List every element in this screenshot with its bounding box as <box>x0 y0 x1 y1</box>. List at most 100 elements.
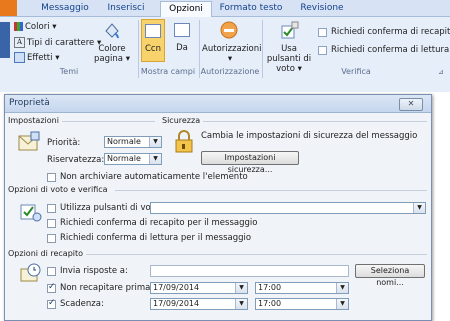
invia-risposte-label: Invia risposte a: <box>60 266 128 276</box>
chevron-down-icon: ▼ <box>336 299 348 309</box>
richiedi-recapito-label: Richiedi conferma di recapito <box>331 27 450 37</box>
da-label: Da <box>176 43 188 53</box>
priorita-value: Normale <box>107 137 141 146</box>
colore-pagina-icon[interactable] <box>103 21 121 39</box>
section-divider <box>203 121 427 122</box>
tab-opzioni[interactable]: Opzioni <box>160 1 212 17</box>
close-button[interactable]: ✕ <box>399 98 423 111</box>
effetti-icon <box>14 52 25 63</box>
chevron-down-icon: ▼ <box>149 137 161 147</box>
scadenza-label: Scadenza: <box>60 299 104 309</box>
colori-button[interactable]: Colori ▾ <box>14 21 57 34</box>
colore-pagina-label: Colore pagina <box>94 44 126 64</box>
non-recapitare-date-value: 17/09/2014 <box>153 283 200 292</box>
scadenza-date-select[interactable]: 17/09/2014 ▼ <box>150 298 248 310</box>
font-icon: A <box>14 37 25 48</box>
riservatezza-select[interactable]: Normale ▼ <box>104 153 162 165</box>
colori-label: Colori <box>25 22 50 32</box>
section-divider <box>115 190 427 191</box>
ccn-icon <box>145 24 161 38</box>
conferma-lettura-label: Richiedi conferma di lettura per il mess… <box>60 233 252 243</box>
conferma-recapito-label: Richiedi conferma di recapito per il mes… <box>60 218 258 228</box>
non-recapitare-time-select[interactable]: 17:00 ▼ <box>255 282 349 294</box>
chevron-down-icon: ▾ <box>125 54 130 64</box>
themes-icon[interactable] <box>0 22 10 58</box>
ccn-label: Ccn <box>145 44 161 54</box>
voting-buttons-select[interactable]: ▼ <box>150 202 426 214</box>
group-label-temi: Temi <box>59 67 79 76</box>
chevron-down-icon: ▾ <box>227 54 233 64</box>
da-icon <box>174 23 190 37</box>
conferma-recapito-checkbox[interactable] <box>47 219 56 228</box>
richiedi-recapito-checkbox[interactable] <box>318 28 327 37</box>
voto-header: Opzioni di voto e verifica <box>8 185 111 194</box>
sicurezza-description: Cambia le impostazioni di sicurezza del … <box>201 131 418 141</box>
chevron-down-icon: ▼ <box>149 154 161 164</box>
lock-icon <box>173 130 195 154</box>
colori-icon <box>14 22 23 31</box>
priorita-label: Priorità: <box>47 138 81 148</box>
conferma-lettura-checkbox[interactable] <box>47 234 56 243</box>
tab-messaggio[interactable]: Messaggio <box>34 1 96 16</box>
chevron-down-icon: ▼ <box>235 283 247 293</box>
voting-buttons-icon[interactable] <box>280 20 300 40</box>
delivery-clock-icon <box>19 261 43 285</box>
autorizzazioni-label: Autorizzazioni <box>202 44 262 54</box>
group-label-verifica: Verifica <box>341 67 371 76</box>
chevron-down-icon: ▼ <box>336 283 348 293</box>
impostazioni-header: Impostazioni <box>8 116 62 125</box>
tipi-carattere-label: Tipi di carattere <box>27 38 95 48</box>
recapito-header: Opzioni di recapito <box>8 249 87 258</box>
non-recapitare-label: Non recapitare prima di: <box>60 283 164 293</box>
group-label-autorizzazione: Autorizzazione <box>200 67 260 76</box>
tab-formato-testo[interactable]: Formato testo <box>214 1 288 16</box>
non-archiviare-label: Non archiviare automaticamente l'element… <box>60 172 248 182</box>
section-divider <box>85 254 427 255</box>
dialog-title-bar: Proprietà ✕ <box>5 95 431 113</box>
group-label-mostra-campi: Mostra campi <box>140 67 196 76</box>
section-divider <box>55 121 155 122</box>
impostazioni-sicurezza-button[interactable]: Impostazioni sicurezza... <box>201 151 299 174</box>
utilizza-pulsanti-checkbox[interactable] <box>47 204 56 213</box>
scadenza-time-select[interactable]: 17:00 ▼ <box>255 298 349 310</box>
chevron-down-icon: ▾ <box>52 22 57 32</box>
ribbon: Messaggio Inserisci Opzioni Formato test… <box>0 0 450 92</box>
envelope-settings-icon <box>17 130 41 154</box>
tab-revisione[interactable]: Revisione <box>292 1 352 16</box>
non-recapitare-date-select[interactable]: 17/09/2014 ▼ <box>150 282 248 294</box>
richiedi-lettura-checkbox[interactable] <box>318 46 327 55</box>
invia-risposte-checkbox[interactable] <box>47 267 56 276</box>
riservatezza-value: Normale <box>107 154 141 163</box>
tab-file[interactable] <box>0 0 17 16</box>
dialog-launcher-icon[interactable]: ⊿ <box>438 68 446 76</box>
dialog-title: Proprietà <box>9 98 50 108</box>
ribbon-tab-bar: Messaggio Inserisci Opzioni Formato test… <box>0 0 450 17</box>
autorizzazioni-button[interactable]: Autorizzazioni ▾ <box>202 44 262 64</box>
utilizza-pulsanti-label: Utilizza pulsanti di voto: <box>60 203 163 213</box>
invia-risposte-input[interactable] <box>150 265 349 277</box>
priorita-select[interactable]: Normale ▼ <box>104 136 162 148</box>
sicurezza-header: Sicurezza <box>162 116 204 125</box>
properties-dialog: Proprietà ✕ Impostazioni Priorità: Norma… <box>4 94 432 321</box>
non-recapitare-checkbox[interactable] <box>47 282 56 293</box>
effetti-label: Effetti <box>27 53 53 63</box>
autorizzazioni-icon[interactable] <box>219 20 239 40</box>
da-button[interactable]: Da <box>170 19 194 62</box>
non-recapitare-time-value: 17:00 <box>258 283 282 292</box>
ccn-button[interactable]: Ccn <box>141 19 165 62</box>
voting-options-icon <box>19 199 43 223</box>
colore-pagina-button[interactable]: Colore pagina ▾ <box>90 44 134 64</box>
scadenza-checkbox[interactable] <box>47 298 56 309</box>
non-archiviare-checkbox[interactable] <box>47 173 56 182</box>
seleziona-nomi-button[interactable]: Seleziona nomi... <box>355 264 425 287</box>
riservatezza-label: Riservatezza: <box>47 155 105 165</box>
tipi-carattere-button[interactable]: A Tipi di carattere ▾ <box>14 37 101 50</box>
chevron-down-icon: ▼ <box>413 203 425 213</box>
chevron-down-icon: ▾ <box>55 53 60 63</box>
scadenza-time-value: 17:00 <box>258 299 282 308</box>
tab-inserisci[interactable]: Inserisci <box>98 1 154 16</box>
chevron-down-icon: ▼ <box>235 299 247 309</box>
effetti-button[interactable]: Effetti ▾ <box>14 52 59 65</box>
richiedi-lettura-label: Richiedi conferma di lettura <box>331 45 450 55</box>
scadenza-date-value: 17/09/2014 <box>153 299 200 308</box>
